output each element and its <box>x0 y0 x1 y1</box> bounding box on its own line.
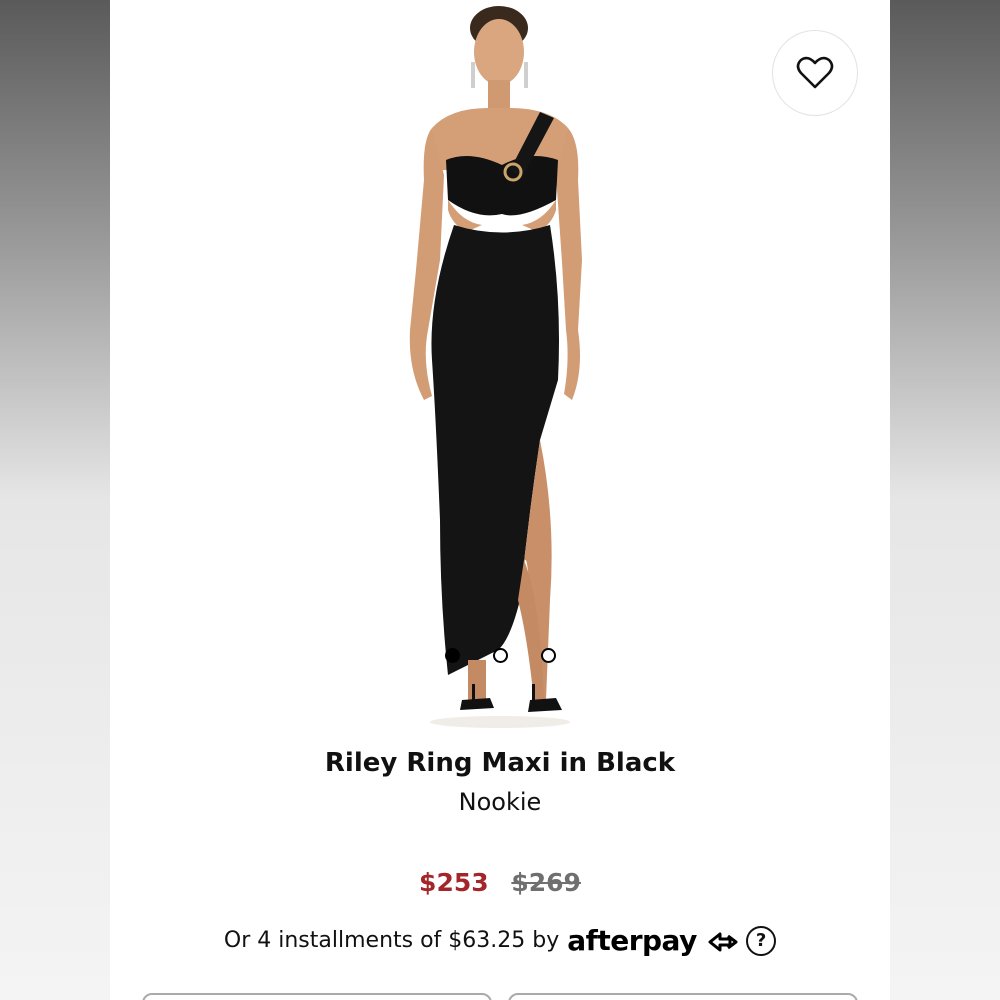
afterpay-arrows-icon <box>708 932 738 952</box>
carousel-dot-3[interactable] <box>541 648 556 663</box>
option-button-left[interactable] <box>142 993 492 1000</box>
product-brand[interactable]: Nookie <box>110 788 890 816</box>
price-row: $253 $269 <box>110 868 890 897</box>
carousel-dots <box>110 648 890 666</box>
installments-text: Or 4 installments of $63.25 by <box>223 928 560 953</box>
sale-price: $253 <box>419 868 489 897</box>
background-left <box>0 0 110 1000</box>
afterpay-logo: afterpay <box>567 924 740 957</box>
heart-icon <box>796 56 834 89</box>
carousel-dot-2[interactable] <box>493 648 508 663</box>
favorite-button[interactable] <box>772 30 858 116</box>
option-button-right[interactable] <box>508 993 858 1000</box>
product-page: Riley Ring Maxi in Black Nookie $253 $26… <box>110 0 890 1000</box>
background-right <box>890 0 1000 1000</box>
product-image[interactable] <box>110 0 890 735</box>
installments-row: Or 4 installments of $63.25 by afterpay … <box>110 924 890 957</box>
carousel-dot-1[interactable] <box>445 648 460 663</box>
afterpay-logo-text: afterpay <box>567 924 697 957</box>
original-price: $269 <box>511 868 581 897</box>
product-title: Riley Ring Maxi in Black <box>324 748 676 778</box>
question-icon[interactable]: ? <box>746 925 777 956</box>
